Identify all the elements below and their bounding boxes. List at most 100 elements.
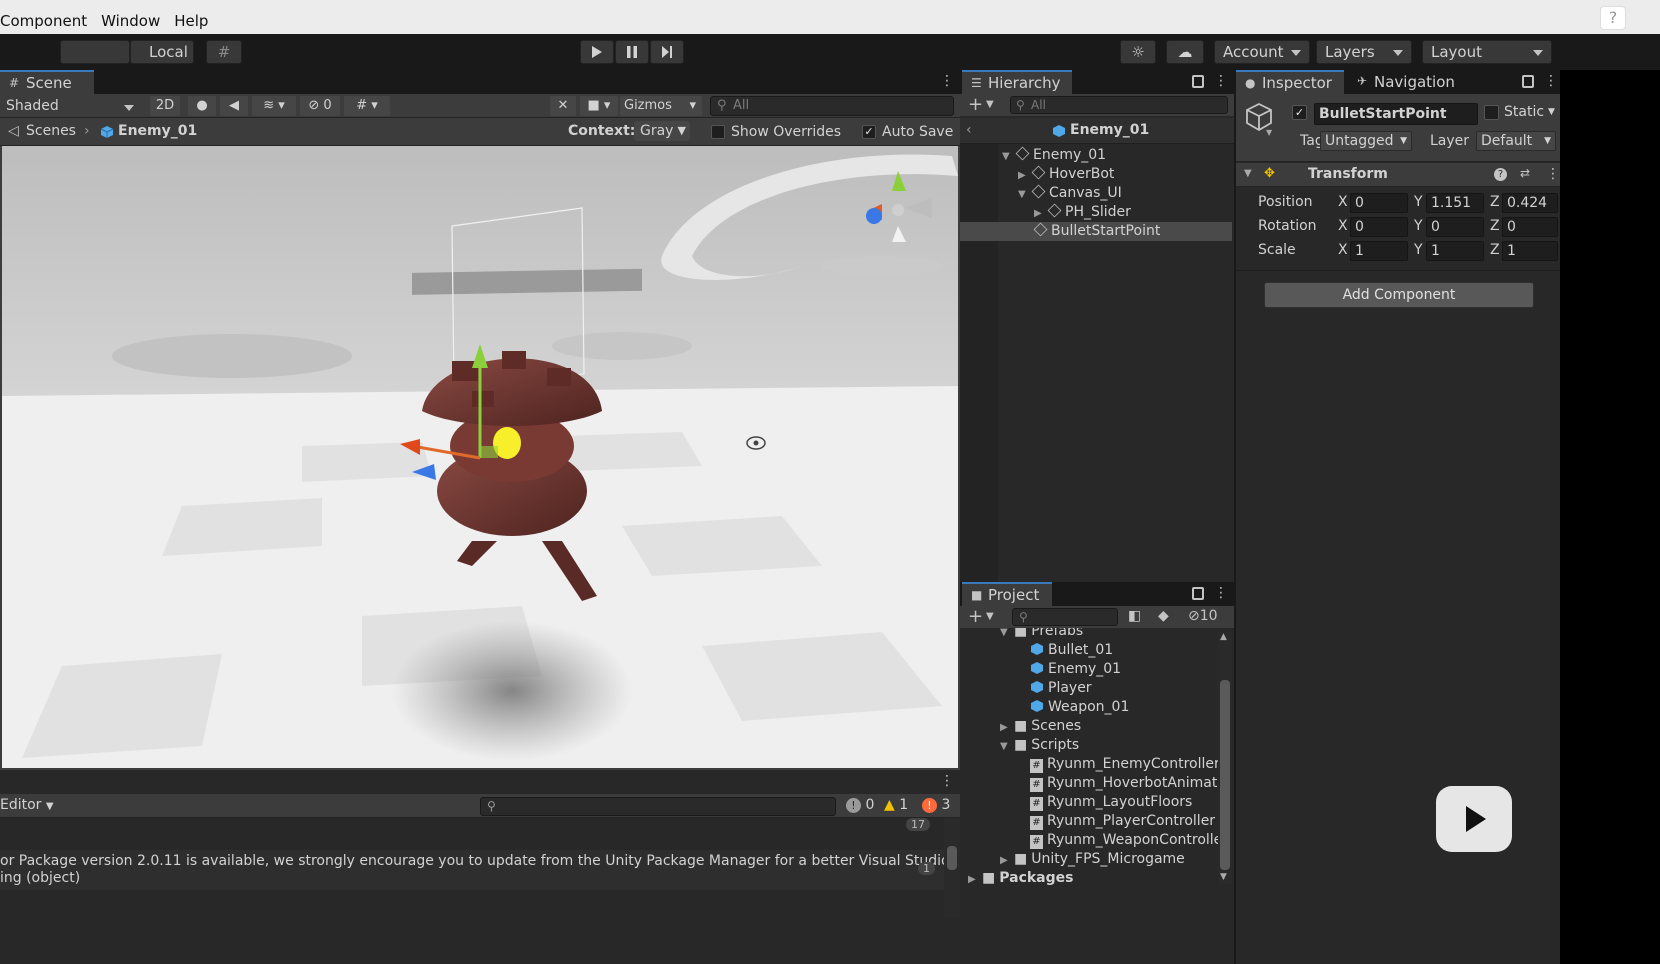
tree-row[interactable]: ▶ ■ Unity_FPS_Microgame [1000, 850, 1185, 869]
project-scrollbar[interactable]: ▲ ▼ [1218, 632, 1232, 884]
transform-header[interactable]: ▼ ✥ Transform ? ⇄ ⋮ [1236, 163, 1560, 187]
error-filter-toggle[interactable]: ! 3 [922, 797, 950, 813]
audio-toggle[interactable]: ◀ [220, 96, 248, 116]
scale-z-field[interactable]: 1 [1502, 241, 1558, 261]
filter-by-type-icon[interactable]: ◧ [1128, 608, 1141, 624]
hidden-objects-toggle[interactable]: ⊘ 0 [300, 96, 340, 116]
rotation-x-field[interactable]: 0 [1350, 217, 1408, 237]
tag-dropdown[interactable]: Untagged ▼ [1320, 131, 1412, 151]
scene-viewport[interactable] [2, 146, 958, 768]
auto-save-checkbox[interactable]: ✓ [862, 125, 876, 139]
scale-x-field[interactable]: 1 [1350, 241, 1408, 261]
log-entry[interactable]: or Package version 2.0.11 is available, … [0, 850, 944, 890]
back-arrow-icon[interactable]: ‹ [966, 122, 972, 138]
effects-toggle[interactable]: ≋ ▾ [252, 96, 296, 116]
show-overrides-checkbox[interactable] [711, 125, 725, 139]
tree-row-selected[interactable]: BulletStartPoint [960, 222, 1232, 241]
scroll-down-icon[interactable]: ▼ [1220, 872, 1227, 882]
grid-toggle[interactable]: # ▾ [344, 96, 390, 116]
play-button[interactable] [580, 40, 614, 64]
scene-search-input[interactable]: ⚲ All [710, 96, 954, 116]
scroll-up-icon[interactable]: ▲ [1220, 632, 1227, 642]
presets-icon[interactable]: ⇄ [1520, 166, 1530, 180]
tree-row[interactable]: ▶ PH_Slider [1034, 203, 1131, 222]
shading-dropdown[interactable]: Shaded [2, 96, 142, 116]
pause-button[interactable] [615, 40, 649, 64]
tree-row[interactable]: Bullet_01 [1030, 641, 1113, 660]
grid-snap-button[interactable]: # [206, 40, 242, 64]
chevron-down-icon[interactable]: ▼ [986, 99, 994, 110]
position-x-field[interactable]: 0 [1350, 193, 1408, 213]
layout-dropdown[interactable]: Layout [1422, 40, 1552, 64]
menu-help[interactable]: Help [174, 12, 208, 30]
static-checkbox[interactable] [1484, 105, 1499, 120]
position-y-axis-label[interactable]: Y [1414, 194, 1423, 210]
console-search-input[interactable]: ⚲ [480, 797, 836, 816]
tree-row[interactable]: # Ryunm_LayoutFloors [1030, 793, 1192, 812]
lighting-toggle[interactable]: ● [188, 96, 216, 116]
rotation-z-axis-label[interactable]: Z [1490, 218, 1500, 234]
chevron-down-icon[interactable]: ▼ [1266, 128, 1272, 137]
console-log-list[interactable]: 17 or Package version 2.0.11 is availabl… [0, 818, 944, 964]
tree-row[interactable]: # Ryunm_PlayerController [1030, 812, 1215, 831]
camera-button[interactable]: ■ ▾ [580, 96, 618, 116]
console-menu-icon[interactable]: ⋮ [940, 774, 954, 790]
gizmos-dropdown[interactable]: Gizmos ▾ [620, 96, 702, 116]
tab-hierarchy[interactable]: ☰ Hierarchy [962, 70, 1072, 94]
tab-navigation[interactable]: ✈ Navigation [1348, 70, 1468, 94]
component-menu-icon[interactable]: ⋮ [1546, 166, 1560, 182]
position-z-axis-label[interactable]: Z [1490, 194, 1500, 210]
scale-y-axis-label[interactable]: Y [1414, 242, 1423, 258]
layers-dropdown[interactable]: Layers [1316, 40, 1412, 64]
scale-x-axis-label[interactable]: X [1338, 242, 1348, 258]
layer-dropdown[interactable]: Default ▼ [1476, 131, 1556, 151]
scrollbar-thumb[interactable] [1220, 680, 1230, 870]
scale-z-axis-label[interactable]: Z [1490, 242, 1500, 258]
hierarchy-search-input[interactable]: ⚲ All [1010, 96, 1228, 114]
menu-component[interactable]: Component [0, 12, 87, 30]
rotation-y-axis-label[interactable]: Y [1414, 218, 1423, 234]
tab-inspector[interactable]: ● Inspector [1236, 70, 1344, 94]
toggle-2d-button[interactable]: 2D [150, 96, 180, 116]
filter-by-label-icon[interactable]: ◆ [1158, 608, 1169, 624]
chevron-down-icon[interactable]: ▼ [986, 611, 994, 622]
scene-menu-icon[interactable]: ⋮ [940, 74, 954, 90]
add-icon[interactable]: + [968, 94, 983, 115]
tab-project[interactable]: ■ Project [962, 582, 1052, 606]
tree-row[interactable]: Weapon_01 [1030, 698, 1129, 717]
back-icon[interactable]: ◁ [8, 123, 19, 139]
object-name-field[interactable]: BulletStartPoint [1314, 103, 1478, 125]
tree-row[interactable]: ▶ HoverBot [1018, 165, 1114, 184]
static-dropdown-icon[interactable]: ▼ [1548, 107, 1555, 117]
tree-row[interactable]: ▶ ■ Scenes [1000, 717, 1081, 736]
step-button[interactable] [650, 40, 684, 64]
tree-row[interactable]: Player [1030, 679, 1092, 698]
account-dropdown[interactable]: Account [1214, 40, 1310, 64]
project-menu-icon[interactable]: ⋮ [1214, 586, 1228, 602]
pivot-toggle-button[interactable] [60, 40, 130, 64]
tree-row[interactable]: ▼ ■ Prefabs [1000, 628, 1083, 641]
tree-row[interactable]: Enemy_01 [1030, 660, 1121, 679]
local-toggle-button[interactable]: Local [130, 40, 194, 64]
tree-row[interactable]: ▶ ■ Packages [968, 869, 1073, 888]
breadcrumb-enemy[interactable]: Enemy_01 [118, 123, 197, 139]
position-y-field[interactable]: 1.151 [1426, 193, 1484, 213]
warning-filter-toggle[interactable]: ▲ 1 [884, 797, 908, 813]
help-icon[interactable]: ? [1600, 6, 1626, 30]
add-component-button[interactable]: Add Component [1264, 282, 1534, 308]
rotation-x-axis-label[interactable]: X [1338, 218, 1348, 234]
scale-y-field[interactable]: 1 [1426, 241, 1484, 261]
tab-scene[interactable]: # Scene [0, 70, 94, 94]
inspector-menu-icon[interactable]: ⋮ [1544, 74, 1558, 90]
lock-icon[interactable] [1192, 75, 1204, 88]
lighting-button[interactable]: ☼ [1120, 40, 1156, 64]
tree-row[interactable]: # Ryunm_EnemyController [1030, 755, 1218, 774]
rotation-z-field[interactable]: 0 [1502, 217, 1558, 237]
position-x-axis-label[interactable]: X [1338, 194, 1348, 210]
tree-row[interactable]: # Ryunm_HoverbotAnimat [1030, 774, 1217, 793]
position-z-field[interactable]: 0.424 [1502, 193, 1558, 213]
tree-row[interactable]: ▼ Enemy_01 [1002, 146, 1106, 165]
menu-window[interactable]: Window [101, 12, 160, 30]
cloud-button[interactable]: ☁ [1166, 40, 1204, 64]
console-scrollbar[interactable] [944, 818, 960, 918]
